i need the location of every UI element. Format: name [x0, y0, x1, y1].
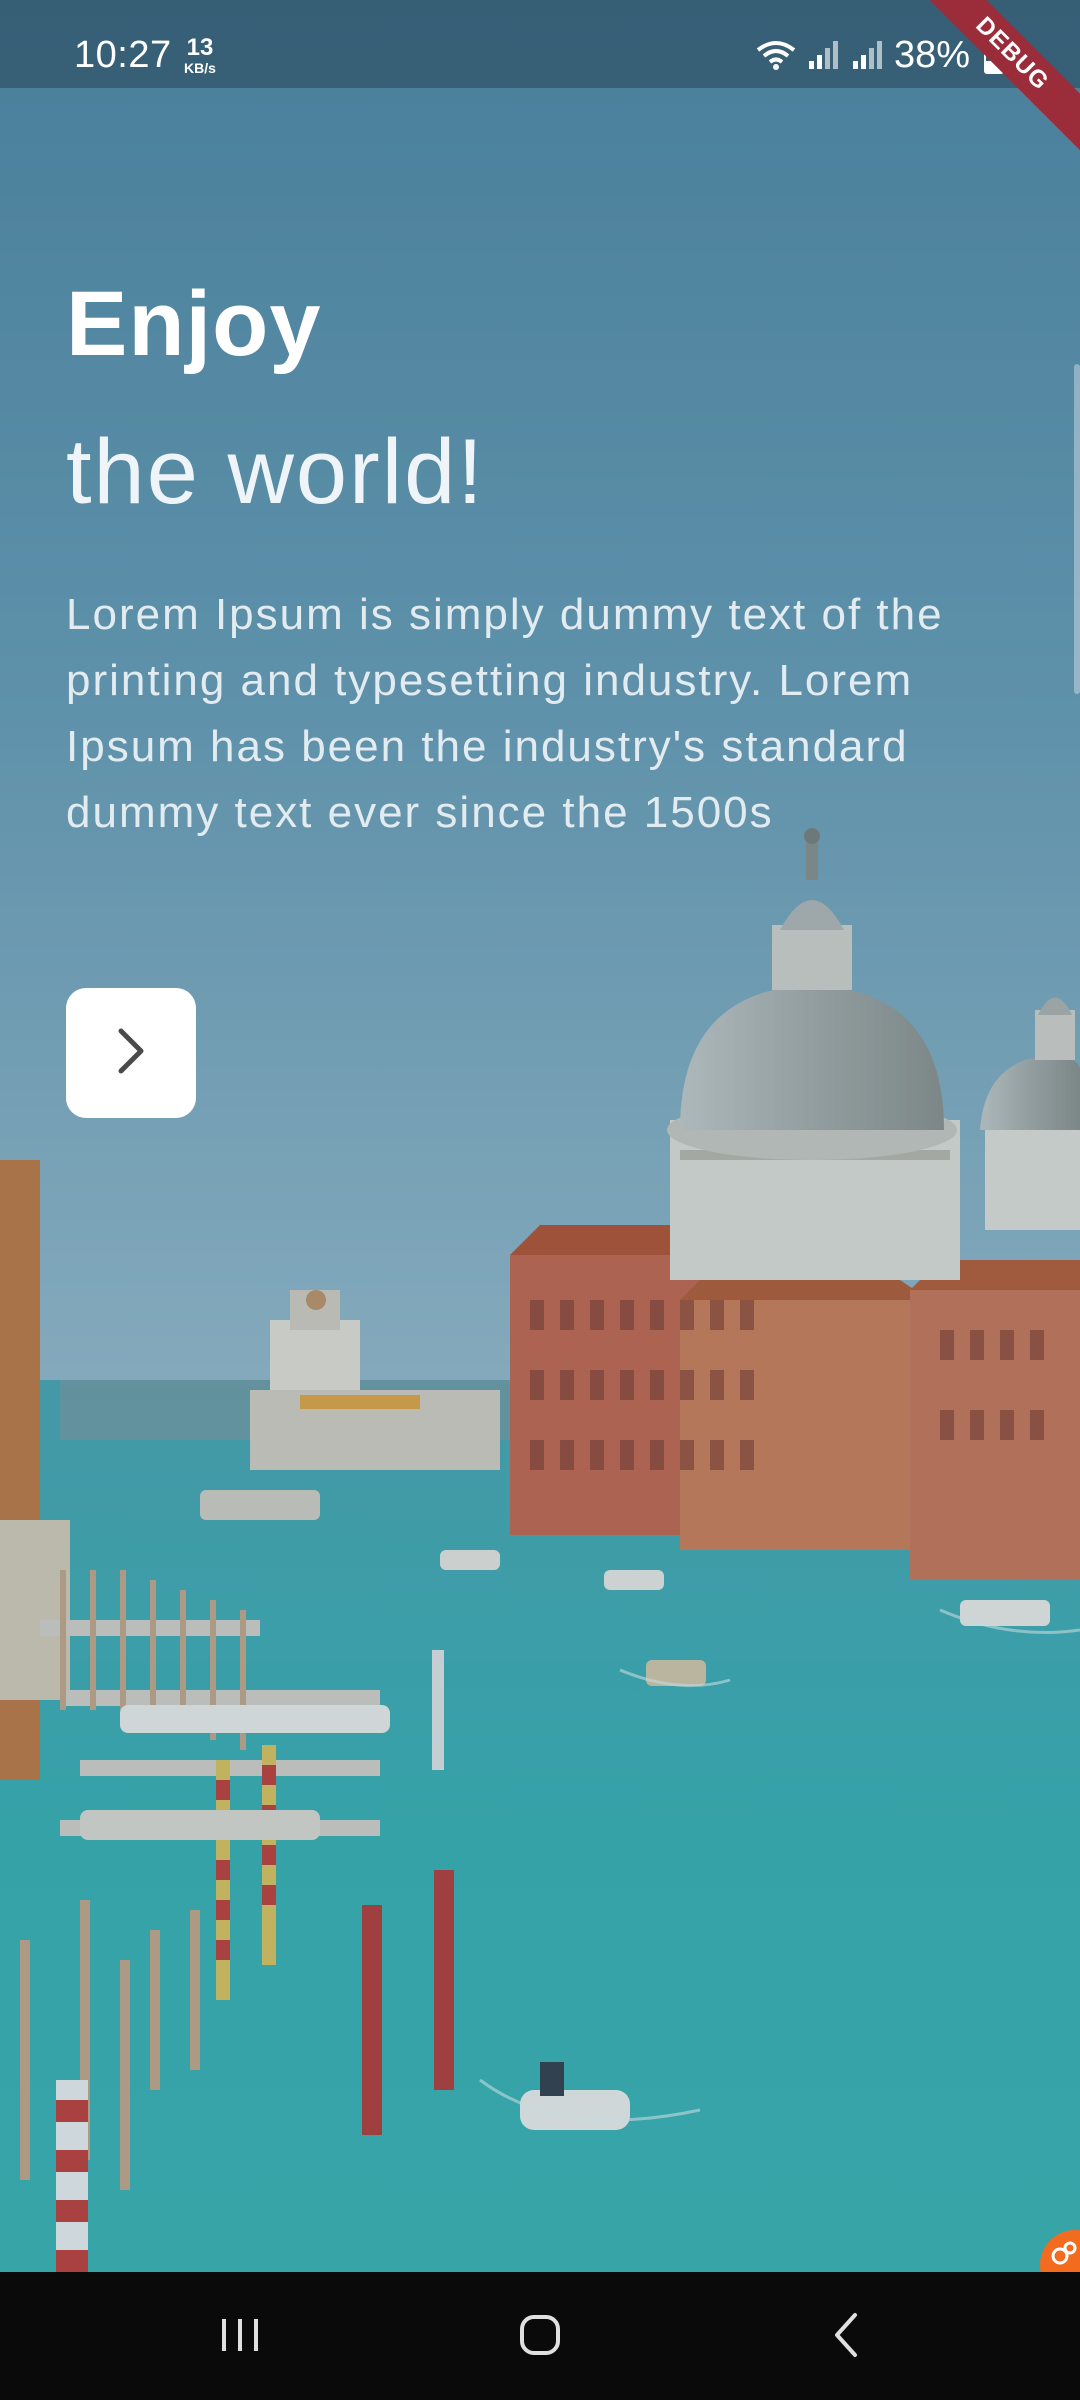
signal-icon-2: [851, 39, 885, 76]
recents-icon: [218, 2315, 262, 2360]
status-time: 10:27: [74, 34, 172, 76]
back-icon: [829, 2311, 863, 2364]
chevron-right-icon: [111, 1025, 151, 1082]
home-icon: [518, 2313, 562, 2362]
signal-icon: [807, 39, 841, 76]
scroll-indicator: [1074, 364, 1080, 694]
home-button[interactable]: [500, 2302, 580, 2372]
status-bar: 10:27 13 KB/s 38%: [0, 0, 1080, 88]
battery-percent: 38%: [894, 34, 971, 76]
system-nav-bar: [0, 2272, 1080, 2400]
status-icons: [755, 38, 885, 77]
wifi-icon: [755, 38, 797, 77]
headline-enjoy: Enjoy: [66, 273, 322, 375]
network-speed-value: 13: [186, 34, 214, 61]
description-text: Lorem Ipsum is simply dummy text of the …: [66, 590, 944, 837]
network-speed: 13 KB/s: [184, 36, 216, 78]
next-button[interactable]: [66, 988, 196, 1118]
network-speed-unit: KB/s: [184, 60, 216, 76]
back-button[interactable]: [806, 2302, 886, 2372]
headline-world: the world!: [66, 421, 485, 523]
recents-button[interactable]: [200, 2302, 280, 2372]
onboarding-screen: 10:27 13 KB/s 38% DEBUG Enjoy the world!…: [0, 0, 1080, 2400]
